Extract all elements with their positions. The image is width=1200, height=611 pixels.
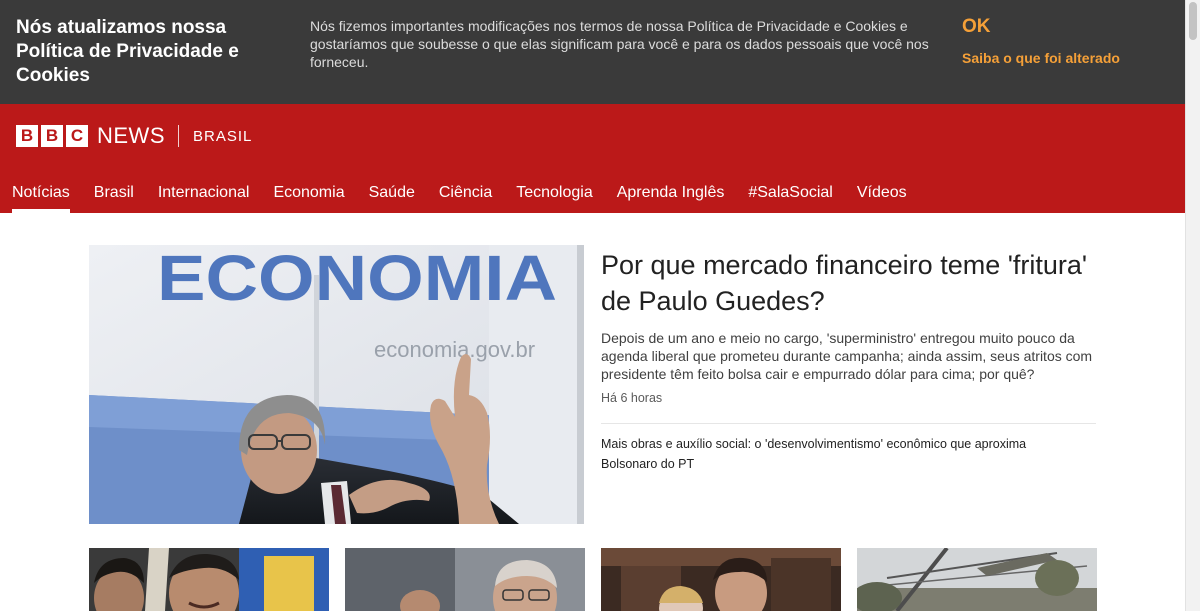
logo-letter-c: C: [66, 125, 88, 147]
hero-image[interactable]: ECONOMIA economia.gov.br: [89, 245, 584, 524]
nav-item-tecnologia[interactable]: Tecnologia: [516, 172, 593, 213]
story-thumbnail-4[interactable]: [857, 548, 1097, 611]
hero-divider: [601, 423, 1096, 424]
story-thumbnail-1[interactable]: [89, 548, 329, 611]
nav-item-aprenda-ingles[interactable]: Aprenda Inglês: [617, 172, 725, 213]
logo-letter-b2: B: [41, 125, 63, 147]
nav-item-economia[interactable]: Economia: [273, 172, 344, 213]
nav-item-internacional[interactable]: Internacional: [158, 172, 250, 213]
hero-timestamp: Há 6 horas: [601, 391, 663, 405]
masthead: B B C NEWS BRASIL Notícias Brasil Intern…: [0, 104, 1185, 213]
hero-image-subtext: economia.gov.br: [374, 337, 535, 362]
nav-item-videos[interactable]: Vídeos: [857, 172, 907, 213]
nav-item-noticias[interactable]: Notícias: [12, 172, 70, 213]
hero-image-economia-text: ECONOMIA: [157, 245, 557, 314]
main-nav: Notícias Brasil Internacional Economia S…: [0, 172, 919, 213]
nav-item-brasil[interactable]: Brasil: [94, 172, 134, 213]
hero-headline[interactable]: Por que mercado financeiro teme 'fritura…: [601, 247, 1091, 319]
bbc-news-brasil-logo[interactable]: B B C NEWS BRASIL: [16, 123, 253, 148]
logo-letter-b1: B: [16, 125, 38, 147]
cookie-ok-button[interactable]: OK: [962, 16, 991, 38]
story-thumbnail-3[interactable]: [601, 548, 841, 611]
hero-summary: Depois de um ano e meio no cargo, 'super…: [601, 330, 1093, 382]
nav-item-salasocial[interactable]: #SalaSocial: [748, 172, 833, 213]
logo-edition-text: BRASIL: [193, 127, 253, 145]
logo-news-text: NEWS: [97, 123, 165, 148]
logo-divider: [178, 125, 179, 147]
related-story-link[interactable]: Mais obras e auxílio social: o 'desenvol…: [601, 434, 1071, 474]
page-scrollbar[interactable]: [1185, 0, 1200, 611]
nav-item-ciencia[interactable]: Ciência: [439, 172, 492, 213]
nav-item-saude[interactable]: Saúde: [369, 172, 415, 213]
story-thumbnail-2[interactable]: [345, 548, 585, 611]
scrollbar-thumb[interactable]: [1189, 2, 1197, 40]
cookie-banner: Nós atualizamos nossa Política de Privac…: [0, 0, 1185, 104]
cookie-banner-title: Nós atualizamos nossa Política de Privac…: [16, 17, 239, 86]
cookie-learn-more-link[interactable]: Saiba o que foi alterado: [962, 50, 1120, 66]
cookie-banner-text: Nós fizemos importantes modificações nos…: [310, 18, 929, 70]
